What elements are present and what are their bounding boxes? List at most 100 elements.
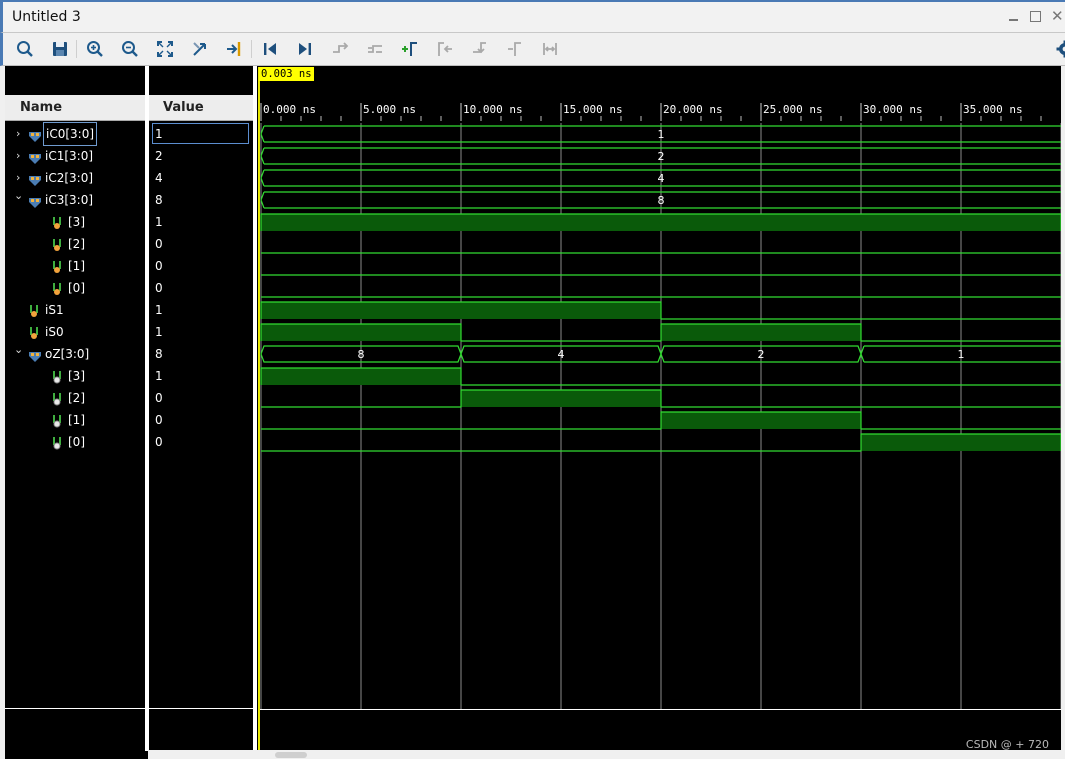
zoom-fit-icon[interactable] xyxy=(155,39,175,59)
settings-icon[interactable] xyxy=(1055,39,1065,59)
signal-8-name-row[interactable]: iS1 xyxy=(8,299,144,321)
go-to-time-icon[interactable] xyxy=(225,39,245,59)
time-cursor[interactable] xyxy=(258,67,260,750)
bit-waveform xyxy=(261,411,1061,430)
signal-0-name-row[interactable]: › iC0[3:0] xyxy=(8,122,144,146)
tick-label: 0.000 ns xyxy=(263,103,316,116)
signal-5-name-row[interactable]: [2] xyxy=(8,233,144,255)
bus-value-label: 8 xyxy=(358,348,365,361)
signal-name: iS1 xyxy=(45,303,64,317)
signal-7-value[interactable]: 0 xyxy=(155,277,249,299)
window-titlebar: Untitled 3 ✕ xyxy=(0,0,1065,33)
signal-6-name-row[interactable]: [1] xyxy=(8,255,144,277)
signal-name: oZ[3:0] xyxy=(45,347,90,361)
signal-13-name-row[interactable]: [1] xyxy=(8,409,144,431)
signal-5-value[interactable]: 0 xyxy=(155,233,249,255)
bit-high-fill xyxy=(261,324,461,341)
minimize-icon[interactable] xyxy=(1007,10,1019,22)
signal-1-name-row[interactable]: › iC1[3:0] xyxy=(8,145,144,167)
bus-value-label: 8 xyxy=(658,194,665,207)
chevron-right-icon[interactable]: › xyxy=(16,123,20,145)
signal-1-value[interactable]: 2 xyxy=(155,145,249,167)
signal-name: [3] xyxy=(68,215,85,229)
signal-2-value[interactable]: 4 xyxy=(155,167,249,189)
bit-high-fill xyxy=(261,302,661,319)
go-to-start-icon[interactable] xyxy=(260,39,280,59)
signal-name: [1] xyxy=(68,259,85,273)
maximize-icon[interactable] xyxy=(1029,10,1041,22)
signal-11-name-row[interactable]: [3] xyxy=(8,365,144,387)
bit-high-fill xyxy=(461,390,661,407)
output-bit-icon xyxy=(52,435,62,457)
previous-transition-icon[interactable] xyxy=(400,39,420,59)
name-column-header[interactable]: Name xyxy=(5,95,145,121)
zoom-out-icon[interactable] xyxy=(120,39,140,59)
signal-name: [0] xyxy=(68,281,85,295)
swap-cursor-icon xyxy=(330,39,350,59)
signal-4-name-row[interactable]: [3] xyxy=(8,211,144,233)
bus-value-label: 2 xyxy=(758,348,765,361)
waveform-toolbar xyxy=(0,33,1065,66)
signal-6-value[interactable]: 0 xyxy=(155,255,249,277)
signal-12-name-row[interactable]: [2] xyxy=(8,387,144,409)
bus-value-label: 2 xyxy=(658,150,665,163)
signal-name: iC2[3:0] xyxy=(45,171,94,185)
bus-value-label: 4 xyxy=(558,348,565,361)
bit-high-fill xyxy=(661,412,861,429)
signal-name: iC0[3:0] xyxy=(42,122,98,146)
signal-name: iC1[3:0] xyxy=(45,149,94,163)
previous-marker-icon xyxy=(470,39,490,59)
watermark: CSDN @ + 720 xyxy=(965,738,1049,751)
bus-value-label: 1 xyxy=(658,128,665,141)
chevron-down-icon[interactable]: ⌄ xyxy=(14,339,23,361)
waveform-canvas[interactable]: 0.000 ns 5.000 ns 10.000 ns 15.000 ns 20.000… xyxy=(258,95,1061,709)
tick-label: 10.000 ns xyxy=(463,103,523,116)
signal-9-name-row[interactable]: iS0 xyxy=(8,321,144,343)
bit-high-fill xyxy=(861,434,1061,451)
tick-label: 25.000 ns xyxy=(763,103,823,116)
signal-2-name-row[interactable]: › iC2[3:0] xyxy=(8,167,144,189)
bit-waveform xyxy=(261,389,1061,408)
chevron-down-icon[interactable]: ⌄ xyxy=(14,185,23,207)
scrollbar-thumb[interactable] xyxy=(275,752,307,758)
cursor-time-label: 0.003 ns xyxy=(259,67,314,81)
save-icon[interactable] xyxy=(50,39,70,59)
signal-name: [2] xyxy=(68,237,85,251)
tick-label: 5.000 ns xyxy=(363,103,416,116)
close-icon[interactable]: ✕ xyxy=(1051,9,1064,24)
signal-7-name-row[interactable]: [0] xyxy=(8,277,144,299)
signal-name: iS0 xyxy=(45,325,64,339)
signal-name: [0] xyxy=(68,435,85,449)
chevron-right-icon[interactable]: › xyxy=(16,145,20,167)
signal-3-name-row[interactable]: ⌄ iC3[3:0] xyxy=(8,189,144,211)
signal-name: iC3[3:0] xyxy=(45,193,94,207)
signal-11-value[interactable]: 1 xyxy=(155,365,249,387)
signal-9-value[interactable]: 1 xyxy=(155,321,249,343)
go-to-end-icon[interactable] xyxy=(295,39,315,59)
bit-high-fill xyxy=(261,214,1061,231)
signal-14-value[interactable]: 0 xyxy=(155,431,249,453)
signal-8-value[interactable]: 1 xyxy=(155,299,249,321)
window-title: Untitled 3 xyxy=(12,9,81,25)
signal-name: [3] xyxy=(68,369,85,383)
signal-12-value[interactable]: 0 xyxy=(155,387,249,409)
signal-4-value[interactable]: 1 xyxy=(155,211,249,233)
signal-name: [2] xyxy=(68,391,85,405)
next-marker-icon xyxy=(505,39,525,59)
signal-14-name-row[interactable]: [0] xyxy=(8,431,144,453)
signal-0-value[interactable]: 1 xyxy=(155,123,249,145)
zoom-in-icon[interactable] xyxy=(85,39,105,59)
value-column-header[interactable]: Value xyxy=(149,95,253,121)
bus-value-label: 1 xyxy=(958,348,965,361)
signal-3-value[interactable]: 8 xyxy=(155,189,249,211)
signal-13-value[interactable]: 0 xyxy=(155,409,249,431)
bus-value-label: 4 xyxy=(658,172,665,185)
signal-10-name-row[interactable]: ⌄ oZ[3:0] xyxy=(8,343,144,365)
bit-high-fill xyxy=(261,368,461,385)
search-icon[interactable] xyxy=(15,39,35,59)
signal-10-value[interactable]: 8 xyxy=(155,343,249,365)
zoom-to-cursor-icon[interactable] xyxy=(190,39,210,59)
delete-marker-icon xyxy=(540,39,560,59)
bit-high-fill xyxy=(661,324,861,341)
tick-label: 15.000 ns xyxy=(563,103,623,116)
